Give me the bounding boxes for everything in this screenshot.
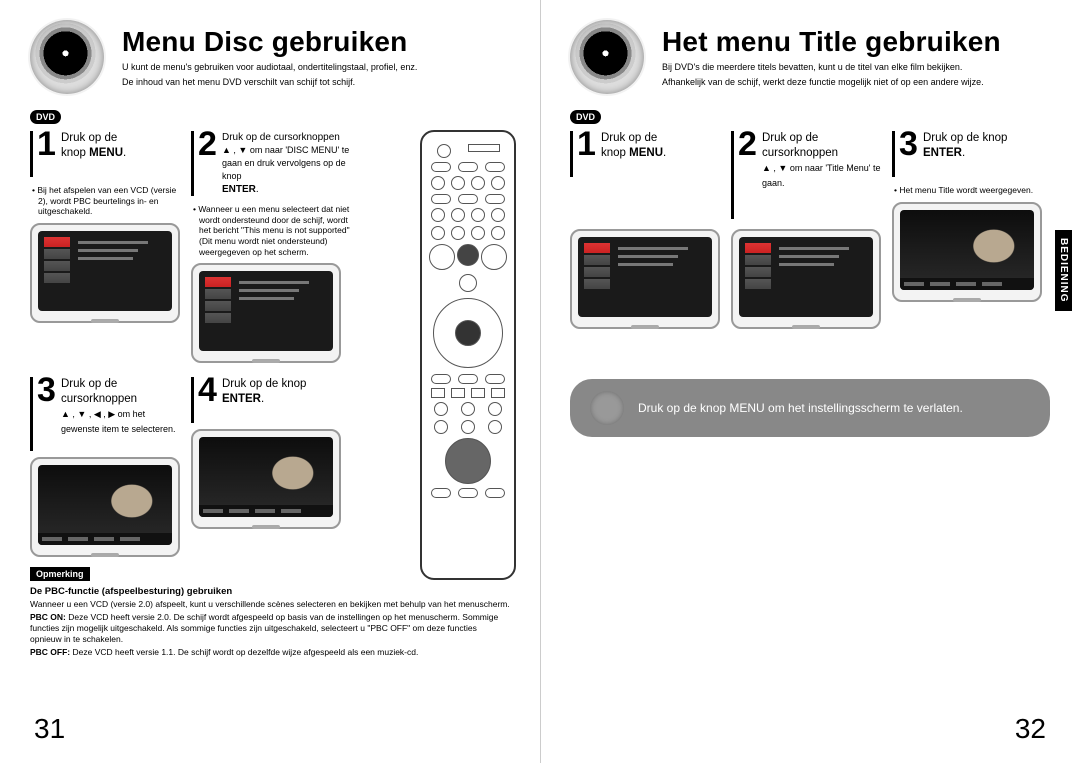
note-body: Wanneer u een VCD (versie 2.0) afspeelt,… (30, 599, 510, 610)
speaker-swirl-icon (30, 20, 104, 94)
bullet-vcd: Bij het afspelen van een VCD (versie 2),… (30, 185, 185, 217)
tv-thumbnail (30, 223, 180, 323)
step-1: 1 Druk op de knop MENU. (570, 131, 725, 177)
step-text: ▲ , ▼ om naar 'DISC MENU' te gaan en dru… (222, 145, 349, 181)
page-title-left: Menu Disc gebruiken (122, 26, 417, 58)
kw-menu: MENU (89, 147, 123, 159)
step-text: Druk op de knop (222, 378, 306, 390)
step-number: 3 (37, 373, 56, 407)
dvd-badge: DVD (570, 110, 601, 124)
kw-enter: ENTER (222, 393, 261, 405)
step-2: 2 Druk op de cursorknoppen ▲ , ▼ om naar… (191, 131, 351, 196)
step-4: 4 Druk op de knop ENTER. (191, 377, 346, 423)
exit-text: Druk op de knop MENU om het instellingss… (638, 401, 963, 415)
pbc-on: PBC ON: Deze VCD heeft versie 2.0. De sc… (30, 612, 510, 645)
step-3: 3 Druk op de knop ENTER. (892, 131, 1047, 177)
step-1: 1 Druk op de knop MENU. (30, 131, 185, 177)
tv-thumbnail (191, 263, 341, 363)
tv-thumbnail (191, 429, 341, 529)
step-text: Druk op de knop (923, 132, 1007, 144)
step-number: 2 (738, 127, 757, 161)
step-number: 3 (899, 127, 918, 161)
step-text: Druk op de (762, 132, 818, 144)
step-number: 1 (577, 127, 596, 161)
step-text: ▲ , ▼ om naar 'Title Menu' te gaan. (762, 163, 880, 188)
step-number: 2 (198, 127, 217, 161)
tv-thumbnail (731, 229, 881, 329)
title-bar-right: Het menu Title gebruiken Bij DVD's die m… (570, 20, 1050, 94)
intro-line-1: Bij DVD's die meerdere titels bevatten, … (662, 62, 1001, 73)
step-number: 1 (37, 127, 56, 161)
pbc-off: PBC OFF: Deze VCD heeft versie 1.1. De s… (30, 647, 510, 658)
title-bar-left: Menu Disc gebruiken U kunt de menu's geb… (30, 20, 510, 94)
page-right: Het menu Title gebruiken Bij DVD's die m… (540, 0, 1080, 763)
intro-line-2: Afhankelijk van de schijf, werkt deze fu… (662, 77, 1001, 88)
step-text: Druk op de cursorknoppen (222, 132, 340, 143)
step-number: 4 (198, 373, 217, 407)
page-left: Menu Disc gebruiken U kunt de menu's geb… (0, 0, 540, 763)
step-text: ▲ , ▼ , ◀ , ▶ om het gewenste item te se… (61, 409, 176, 434)
step-text: cursorknoppen (61, 393, 137, 405)
step-text: Druk op de (601, 132, 657, 144)
step-text: knop (601, 147, 629, 159)
intro-line-2: De inhoud van het menu DVD verschilt van… (122, 77, 417, 88)
exit-instruction-pill: Druk op de knop MENU om het instellingss… (570, 379, 1050, 437)
speaker-swirl-icon (570, 20, 644, 94)
step-text: Druk op de (61, 378, 117, 390)
bullet-not-supported: Wanneer u een menu selecteert dat niet w… (191, 204, 351, 257)
page-title-right: Het menu Title gebruiken (662, 26, 1001, 58)
tv-thumbnail (30, 457, 180, 557)
note-title: De PBC-functie (afspeelbesturing) gebrui… (30, 586, 510, 597)
section-tab: BEDIENING (1055, 230, 1072, 311)
page-number: 32 (1015, 713, 1046, 745)
kw-enter: ENTER (222, 184, 256, 195)
kw-enter: ENTER (923, 147, 962, 159)
tv-thumbnail (892, 202, 1042, 302)
step-text: cursorknoppen (762, 147, 838, 159)
step-3: 3 Druk op de cursorknoppen ▲ , ▼ , ◀ , ▶… (30, 377, 185, 451)
step-text: knop (61, 147, 89, 159)
step-2: 2 Druk op de cursorknoppen ▲ , ▼ om naar… (731, 131, 886, 219)
pill-dot-icon (590, 391, 624, 425)
intro-line-1: U kunt de menu's gebruiken voor audiotaa… (122, 62, 417, 73)
page-number: 31 (34, 713, 65, 745)
step-text: Druk op de (61, 132, 117, 144)
bullet-title-shown: Het menu Title wordt weergegeven. (892, 185, 1047, 196)
note-tag: Opmerking (30, 567, 90, 581)
remote-control-illustration (420, 130, 516, 580)
tv-thumbnail (570, 229, 720, 329)
kw-menu: MENU (629, 147, 663, 159)
dvd-badge: DVD (30, 110, 61, 124)
